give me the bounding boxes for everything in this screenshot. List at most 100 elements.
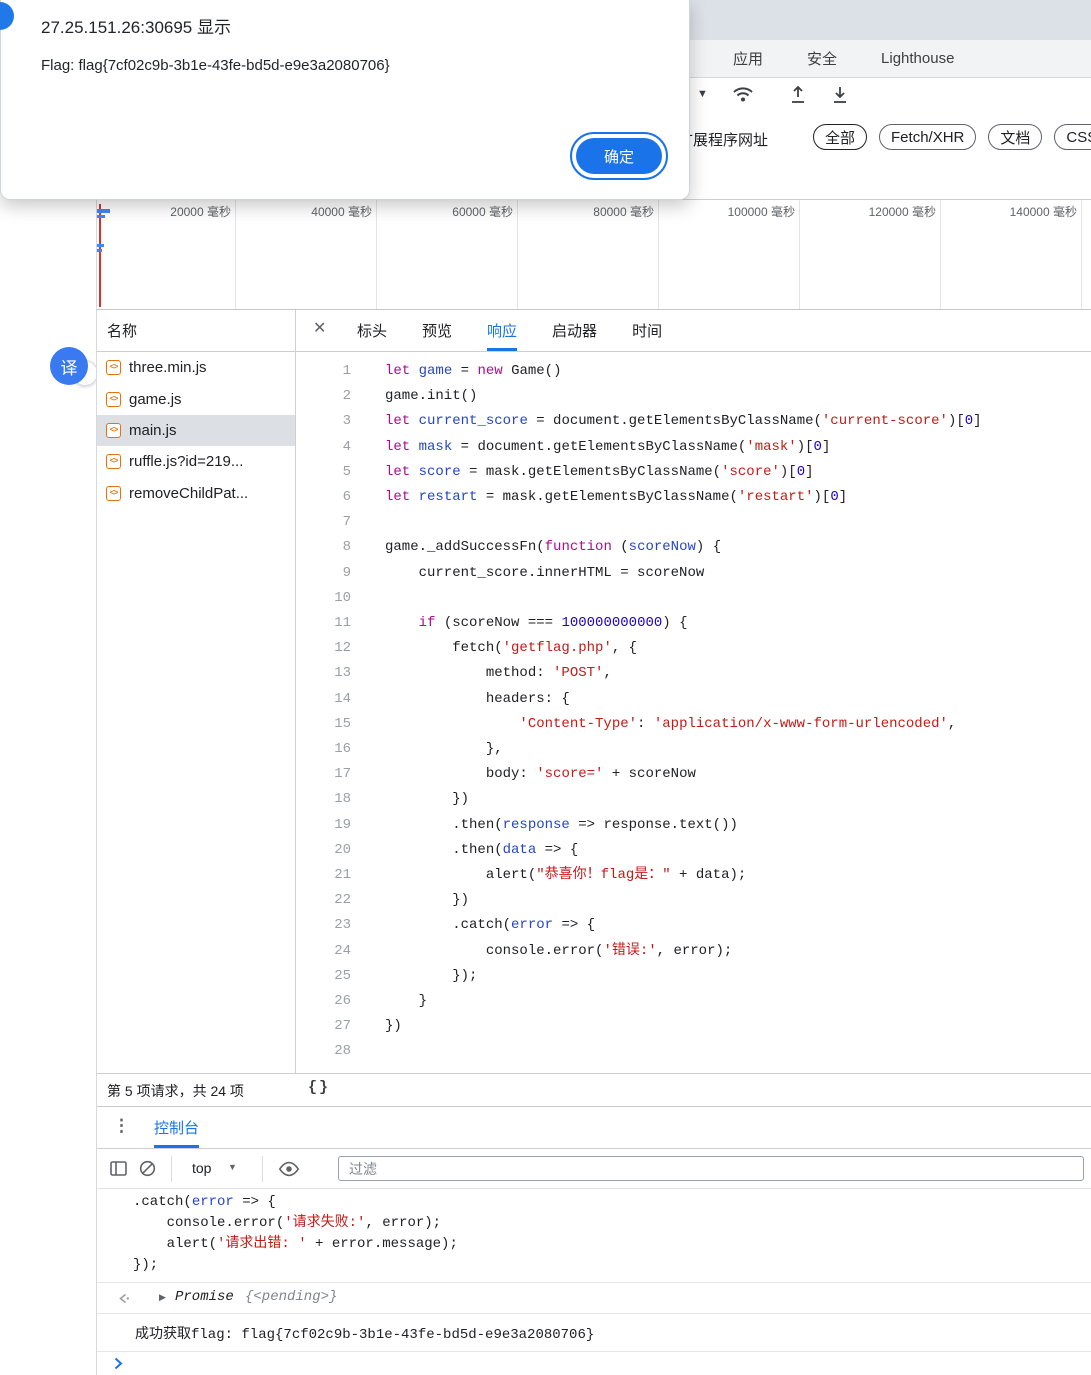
line-number: 24 (297, 939, 351, 964)
network-throttling-icon[interactable] (731, 84, 755, 109)
clear-console-icon[interactable] (139, 1160, 156, 1182)
console-echo-line: .catch(error => { (133, 1192, 1091, 1213)
response-detail-tabs: 标头预览响应启动器时间 (357, 310, 662, 351)
ok-button[interactable]: 确定 (576, 138, 662, 174)
code-line: 11 if (scoreNow === 100000000000) { (297, 611, 1091, 636)
timeline-activity-bar (97, 215, 105, 218)
prompt-chevron-icon (114, 1357, 123, 1370)
type-filter-文档[interactable]: 文档 (988, 124, 1042, 150)
code-line: 25 }); (297, 964, 1091, 989)
timeline-gridline (235, 200, 236, 309)
request-row-removeChildPat-[interactable]: <>removeChildPat... (97, 478, 295, 509)
panel-tab-应用[interactable]: 应用 (733, 48, 763, 69)
line-number: 4 (297, 435, 351, 460)
detail-tab-启动器[interactable]: 启动器 (552, 310, 597, 351)
line-number: 15 (297, 712, 351, 737)
import-har-icon[interactable] (831, 85, 849, 110)
code-line: 21 alert("恭喜你！flag是：" + data); (297, 863, 1091, 888)
timeline-overview[interactable]: 20000 毫秒40000 毫秒60000 毫秒80000 毫秒100000 毫… (97, 199, 1091, 310)
detail-tab-时间[interactable]: 时间 (632, 310, 662, 351)
timeline-gridline (658, 200, 659, 309)
code-line: 7 (297, 510, 1091, 535)
toolbar-separator (171, 1156, 172, 1182)
request-row-game-js[interactable]: <>game.js (97, 383, 295, 414)
code-line: 23 .catch(error => { (297, 913, 1091, 938)
line-number: 27 (297, 1014, 351, 1039)
expand-triangle-icon[interactable]: ▶ (159, 1292, 166, 1303)
console-prompt[interactable] (97, 1352, 1091, 1375)
code-line: 12 fetch('getflag.php', { (297, 636, 1091, 661)
timeline-gridline (376, 200, 377, 309)
code-line: 8game._addSuccessFn(function (scoreNow) … (297, 535, 1091, 560)
timeline-activity-bar (97, 249, 102, 252)
js-file-icon: <> (106, 360, 121, 375)
request-row-main-js[interactable]: <>main.js (97, 415, 295, 446)
chevron-down-icon[interactable]: ▼ (697, 88, 708, 100)
kebab-menu-icon[interactable]: ⋮ (113, 1116, 130, 1136)
timeline-tick-label: 140000 毫秒 (967, 203, 1077, 220)
line-number: 14 (297, 687, 351, 712)
name-column-header[interactable]: 名称 (97, 310, 295, 352)
export-har-icon[interactable] (789, 85, 807, 110)
console-echo-line: }); (133, 1255, 1091, 1276)
chevron-down-icon[interactable]: ▼ (228, 1162, 237, 1172)
line-number: 21 (297, 863, 351, 888)
code-line: 15 'Content-Type': 'application/x-www-fo… (297, 712, 1091, 737)
code-line: 14 headers: { (297, 687, 1091, 712)
line-number: 17 (297, 762, 351, 787)
tab-console[interactable]: 控制台 (154, 1107, 199, 1148)
console-log-row: 成功获取flag: flag{7cf02c9b-3b1e-43fe-bd5d-e… (97, 1314, 1091, 1352)
timeline-tick-label: 60000 毫秒 (403, 203, 513, 220)
js-file-icon: <> (106, 423, 121, 438)
code-line: 27}) (297, 1014, 1091, 1039)
detail-tab-响应[interactable]: 响应 (487, 310, 517, 351)
request-row-three-min-js[interactable]: <>three.min.js (97, 352, 295, 383)
timeline-gridline (940, 200, 941, 309)
line-number: 25 (297, 964, 351, 989)
detail-tab-标头[interactable]: 标头 (357, 310, 387, 351)
line-number: 20 (297, 838, 351, 863)
translate-badge[interactable]: 译 (50, 347, 98, 391)
line-number: 5 (297, 460, 351, 485)
timeline-gridline (517, 200, 518, 309)
type-filter-全部[interactable]: 全部 (813, 124, 867, 150)
code-line: 6let restart = mask.getElementsByClassNa… (297, 485, 1091, 510)
format-code-button[interactable]: {} (308, 1079, 330, 1096)
request-row-ruffle-js-id-219-[interactable]: <>ruffle.js?id=219... (97, 446, 295, 477)
console-echo-line: console.error('请求失败:', error); (133, 1213, 1091, 1234)
line-number: 26 (297, 989, 351, 1014)
sidebar-divider[interactable] (295, 310, 296, 1107)
code-line: 17 body: 'score=' + scoreNow (297, 762, 1091, 787)
alert-dialog: 27.25.151.26:30695 显示 Flag: flag{7cf02c9… (0, 0, 690, 200)
console-result-row[interactable]: ▶ Promise {<pending>} (97, 1283, 1091, 1314)
request-type-filters: 全部 Fetch/XHR 文档 CSS (813, 124, 1091, 150)
line-number: 16 (297, 737, 351, 762)
code-line: 5let score = mask.getElementsByClassName… (297, 460, 1091, 485)
console-echo-line: alert('请求出错: ' + error.message); (133, 1234, 1091, 1255)
detail-tab-预览[interactable]: 预览 (422, 310, 452, 351)
line-number: 6 (297, 485, 351, 510)
context-selector[interactable]: top (192, 1160, 211, 1176)
code-line: 19 .then(response => response.text()) (297, 813, 1091, 838)
console-echo: .catch(error => { console.error('请求失败:',… (97, 1190, 1091, 1283)
code-line: 4let mask = document.getElementsByClassN… (297, 435, 1091, 460)
console-filter-input[interactable] (338, 1156, 1084, 1181)
line-number: 10 (297, 586, 351, 611)
type-filter-Fetch/XHR[interactable]: Fetch/XHR (879, 124, 976, 150)
close-icon[interactable]: ✕ (313, 321, 326, 337)
console-tabbar: ⋮ 控制台 (97, 1107, 1091, 1149)
console-sidebar-icon[interactable] (110, 1161, 127, 1181)
request-name: ruffle.js?id=219... (129, 453, 243, 470)
type-filter-CSS[interactable]: CSS (1054, 124, 1091, 150)
request-name: removeChildPat... (129, 485, 248, 502)
panel-tab-安全[interactable]: 安全 (807, 48, 837, 69)
request-list: <>three.min.js<>game.js<>main.js<>ruffle… (97, 352, 295, 509)
code-line: 20 .then(data => { (297, 838, 1091, 863)
line-number: 3 (297, 409, 351, 434)
line-number: 23 (297, 913, 351, 938)
panel-tab-Lighthouse[interactable]: Lighthouse (881, 50, 954, 67)
promise-class-name: Promise (175, 1289, 234, 1305)
live-expression-eye-icon[interactable] (278, 1161, 300, 1182)
promise-state: {<pending>} (245, 1289, 337, 1305)
code-line: 3let current_score = document.getElement… (297, 409, 1091, 434)
